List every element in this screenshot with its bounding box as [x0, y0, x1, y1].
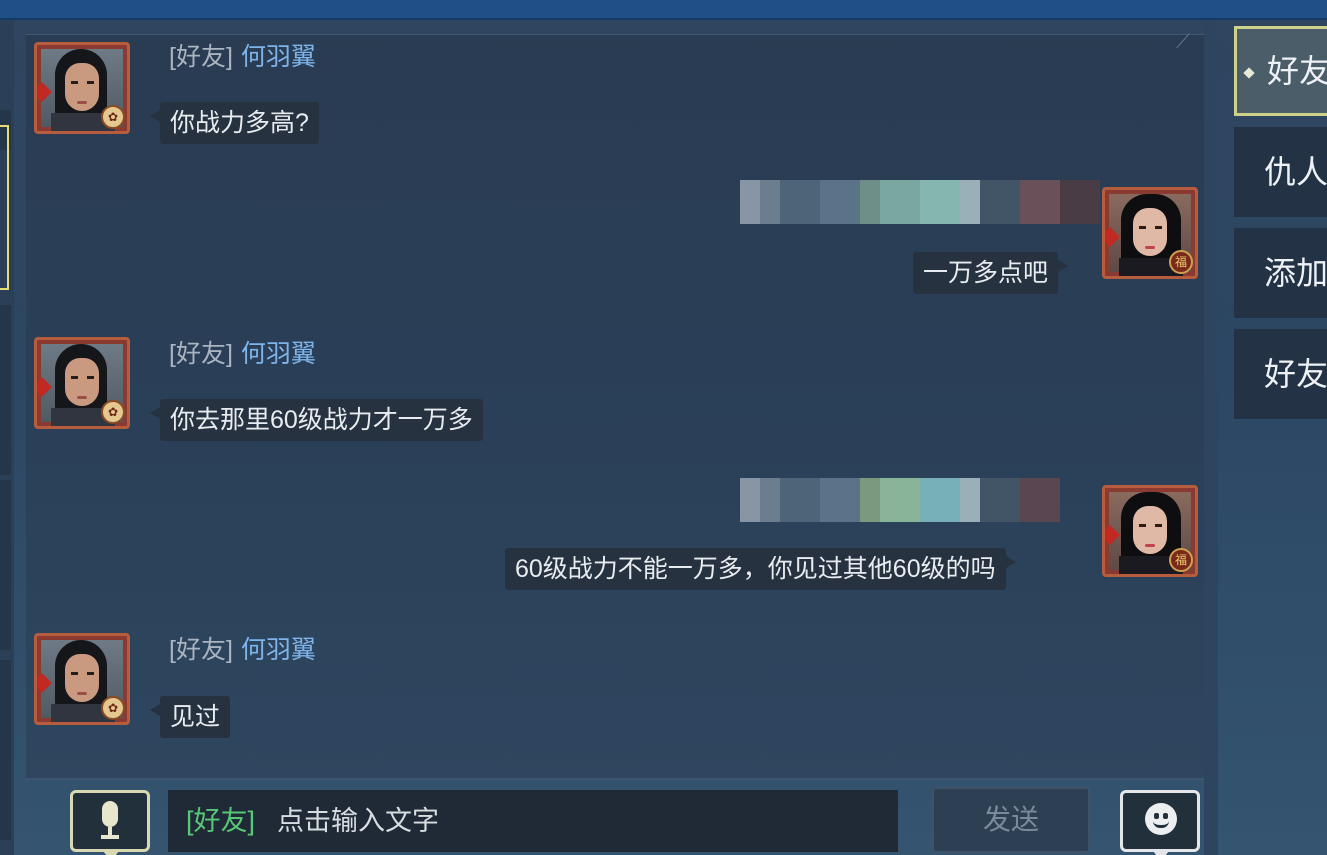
- sender-channel-tag: [好友]: [169, 43, 233, 71]
- tab-enemies[interactable]: 仇人: [1234, 127, 1327, 217]
- message-bubble: 你战力多高?: [150, 102, 319, 144]
- message-bubble: 一万多点吧: [913, 252, 1069, 294]
- fortune-badge-icon: 福: [1169, 548, 1193, 572]
- voice-input-button[interactable]: [70, 790, 150, 855]
- friend-badge-icon: ✿: [101, 105, 125, 129]
- friend-badge-icon: ✿: [101, 696, 125, 720]
- redacted-sender-name: [740, 180, 1100, 224]
- message-sender: [好友] 何羽翼: [169, 339, 316, 369]
- chat-text-input[interactable]: [好友] 点击输入文字: [168, 790, 898, 852]
- sender-channel-tag: [好友]: [169, 340, 233, 368]
- tab-label: 好友: [1264, 356, 1327, 392]
- sender-channel-tag: [好友]: [169, 636, 233, 664]
- tab-label: 添加: [1264, 255, 1327, 291]
- sender-name[interactable]: 何羽翼: [241, 340, 316, 368]
- redacted-sender-name: [740, 478, 1060, 522]
- panel-separator: [1204, 20, 1218, 855]
- corner-decoration-icon: ⟋: [1176, 31, 1190, 53]
- input-channel-tag: [好友]: [186, 806, 256, 836]
- tab-label: 好友: [1267, 53, 1327, 89]
- tab-label: 仇人: [1264, 154, 1327, 190]
- chat-window: ⟋ ✿ [好友] 何羽翼 你战力多高? 福 一万多点吧 ✿ [好友] 何羽翼 你去那…: [0, 0, 1327, 855]
- message-bubble: 60级战力不能一万多，你见过其他60级的吗: [505, 548, 1016, 590]
- message-bubble: 见过: [149, 696, 231, 738]
- friend-avatar[interactable]: ✿: [34, 633, 130, 725]
- selected-diamond-icon: [1243, 67, 1255, 79]
- message-bubble: 你去那里60级战力才一万多: [150, 399, 483, 441]
- friend-avatar[interactable]: ✿: [34, 337, 130, 429]
- emoji-button[interactable]: [1120, 790, 1200, 855]
- friend-badge-icon: ✿: [101, 400, 125, 424]
- left-strip-item[interactable]: [0, 660, 11, 840]
- tab-add[interactable]: 添加: [1234, 228, 1327, 318]
- left-strip-item[interactable]: [0, 305, 11, 475]
- input-placeholder: 点击输入文字: [277, 806, 440, 836]
- microphone-icon: [99, 801, 121, 841]
- tab-friends[interactable]: 好友: [1234, 26, 1327, 116]
- sender-name[interactable]: 何羽翼: [241, 636, 316, 664]
- self-avatar[interactable]: 福: [1102, 187, 1198, 279]
- left-strip-selected-indicator: [0, 125, 9, 290]
- send-button[interactable]: 发送: [932, 787, 1090, 853]
- top-bar: [0, 0, 1327, 20]
- fortune-badge-icon: 福: [1169, 250, 1193, 274]
- tab-friends-secondary[interactable]: 好友: [1234, 329, 1327, 419]
- message-sender: [好友] 何羽翼: [169, 635, 316, 665]
- self-avatar[interactable]: 福: [1102, 485, 1198, 577]
- smiley-face-icon: [1145, 803, 1177, 835]
- message-sender: [好友] 何羽翼: [169, 42, 316, 72]
- friend-avatar[interactable]: ✿: [34, 42, 130, 134]
- sender-name[interactable]: 何羽翼: [241, 43, 316, 71]
- left-strip-item[interactable]: [0, 480, 11, 650]
- input-divider: [26, 778, 1204, 780]
